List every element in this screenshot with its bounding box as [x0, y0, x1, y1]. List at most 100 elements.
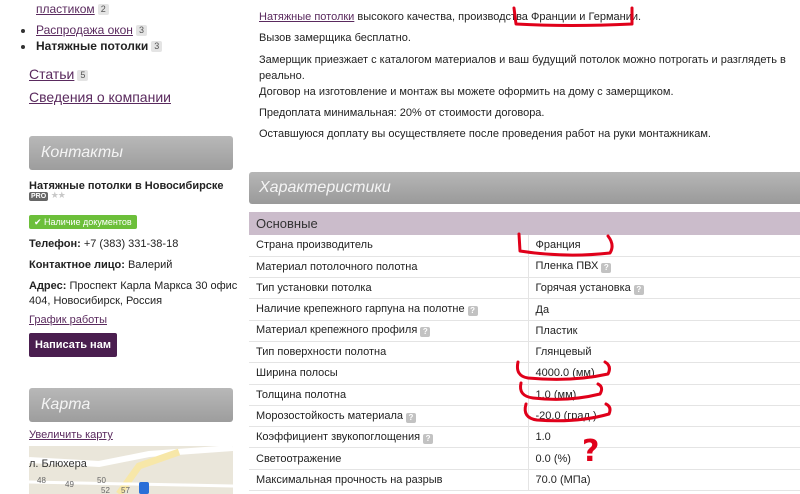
table-row: Ширина полосы 4000.0 (мм): [249, 362, 800, 385]
characteristic-name: Коэффициент звукопоглощения?: [249, 426, 528, 449]
table-row: Наличие крепежного гарпуна на полотне? Да: [249, 298, 800, 321]
help-icon[interactable]: ?: [467, 306, 478, 317]
star-rating-icon: ★★: [50, 190, 66, 200]
category-label[interactable]: Распродажа окон: [36, 23, 133, 37]
characteristic-name-text: Максимальная прочность на разрыв: [256, 473, 443, 486]
characteristic-name-text: Материал крепежного профиля: [256, 324, 418, 337]
help-icon[interactable]: ?: [420, 327, 431, 338]
write-us-button[interactable]: Написать нам: [29, 333, 117, 357]
table-row: Страна производитель Франция: [249, 235, 800, 257]
contact-person-line: Контактное лицо: Валерий: [29, 258, 172, 273]
count-badge: 3: [135, 25, 147, 36]
characteristic-value-text: -20.0 (град.): [535, 410, 597, 423]
map-house-number: 49: [65, 480, 74, 489]
characteristic-name-text: Морозостойкость материала: [256, 409, 403, 422]
category-item-active[interactable]: Натяжные потолки 3: [21, 39, 163, 53]
characteristic-value-text: Да: [535, 303, 550, 316]
characteristic-value: Глянцевый: [527, 341, 800, 364]
characteristic-name-text: Светоотражение: [256, 452, 342, 465]
map-street-label: л. Блюхера: [29, 458, 87, 470]
characteristic-name-text: Наличие крепежного гарпуна на полотне: [256, 303, 465, 316]
characteristic-value: Да: [527, 298, 800, 321]
characteristic-name-text: Ширина полосы: [256, 367, 338, 380]
category-label[interactable]: пластиком: [36, 2, 95, 16]
documents-badge[interactable]: ✔ Наличие документов: [29, 215, 137, 229]
stretch-ceilings-link[interactable]: Натяжные потолки: [259, 11, 354, 23]
map-view[interactable]: л. Блюхера 48 49 50 52 57: [29, 446, 233, 494]
phone-label: Телефон:: [29, 238, 81, 250]
main-content: Натяжные потолки высокого качества, прои…: [240, 0, 800, 494]
table-row: Светоотражение 0.0 (%): [249, 447, 800, 470]
help-icon[interactable]: ?: [601, 263, 612, 274]
table-row: Тип поверхности полотна Глянцевый: [249, 341, 800, 364]
address-line: Адрес: Проспект Карла Маркса 30 офис: [29, 279, 237, 294]
characteristic-value: Пластик: [527, 320, 800, 342]
characteristic-value: Пленка ПВХ?: [527, 256, 800, 279]
enlarge-map-link[interactable]: Увеличить карту: [29, 429, 113, 441]
about-company-link[interactable]: Сведения о компании: [29, 89, 171, 105]
paragraph: Предоплата минимальная: 20% от стоимости…: [259, 107, 545, 119]
table-row: Морозостойкость материала? -20.0 (град.): [249, 405, 800, 428]
characteristic-name: Страна производитель: [249, 235, 528, 257]
articles-link[interactable]: Статьи 5: [29, 66, 89, 82]
characteristic-value-text: 1.0: [535, 431, 551, 444]
count-badge: 3: [151, 41, 163, 52]
characteristic-name: Материал потолочного полотна: [249, 256, 528, 279]
help-icon[interactable]: ?: [423, 433, 434, 444]
characteristic-value: 1.0 (мм): [527, 384, 800, 406]
characteristic-name-text: Тип установки потолка: [256, 282, 372, 295]
characteristic-name: Тип установки потолка: [249, 277, 528, 300]
contact-person-label: Контактное лицо:: [29, 259, 125, 271]
table-row: Максимальная прочность на разрыв 70.0 (МП…: [249, 469, 800, 492]
characteristic-name: Ширина полосы: [249, 362, 528, 385]
address-line-2: 404, Новосибирск, Россия: [29, 295, 163, 307]
intro-paragraph: Натяжные потолки высокого качества, прои…: [259, 9, 799, 25]
characteristic-name-text: Тип поверхности полотна: [256, 346, 387, 359]
characteristic-value-text: Пленка ПВХ: [535, 260, 599, 273]
help-icon[interactable]: ?: [406, 412, 416, 423]
characteristic-value: Франция: [527, 235, 800, 257]
map-marker-icon[interactable]: [139, 482, 149, 494]
map-roads: [29, 446, 233, 494]
intro-text: высокого качества, производства Франции …: [354, 11, 642, 23]
characteristic-value-text: 70.0 (МПа): [535, 473, 591, 486]
table-body: Страна производитель Франция Материал пото…: [249, 235, 800, 492]
category-item[interactable]: Распродажа окон 3: [21, 23, 147, 37]
characteristic-name-text: Страна производитель: [256, 239, 373, 252]
count-badge: 2: [97, 4, 109, 15]
characteristic-value-text: Франция: [535, 239, 581, 252]
characteristic-name-text: Материал потолочного полотна: [256, 260, 418, 273]
characteristics-table: Основные Страна производитель Франция Мате…: [249, 212, 800, 492]
sidebar: пластиком 2 Распродажа окон 3 Натяжные пот…: [0, 0, 240, 494]
characteristic-name-text: Толщина полотна: [256, 388, 347, 401]
category-label: Натяжные потолки: [36, 39, 149, 53]
characteristic-value-text: Горячая установка: [535, 281, 631, 294]
characteristic-name: Морозостойкость материала?: [249, 405, 528, 428]
characteristic-value: -20.0 (град.): [527, 405, 800, 428]
map-house-number: 52: [101, 486, 110, 494]
phone-line: Телефон: +7 (383) 331-38-18: [29, 237, 178, 252]
characteristics-header: Характеристики: [249, 172, 800, 204]
characteristic-name: Максимальная прочность на разрыв: [249, 469, 528, 492]
paragraph: Вызов замерщика бесплатно.: [259, 32, 411, 44]
address-label: Адрес:: [29, 280, 67, 292]
contact-person-value: Валерий: [127, 259, 173, 271]
count-badge: 5: [77, 70, 89, 81]
paragraph: Договор на изготовление и монтаж вы може…: [259, 86, 674, 98]
characteristic-name: Светоотражение: [249, 447, 528, 470]
bullet-icon: [21, 45, 25, 49]
table-row: Коэффициент звукопоглощения? 1.0: [249, 426, 800, 449]
characteristic-value: 70.0 (МПа): [527, 469, 800, 492]
category-item[interactable]: пластиком 2: [24, 2, 109, 16]
help-icon[interactable]: ?: [633, 284, 644, 295]
table-row: Материал потолочного полотна Пленка ПВХ?: [249, 256, 800, 279]
schedule-link[interactable]: График работы: [29, 314, 107, 326]
table-row: Тип установки потолка Горячая установка?: [249, 277, 800, 300]
bullet-icon: [21, 29, 25, 33]
characteristic-value-text: 1.0 (мм): [535, 388, 577, 401]
characteristic-value-text: Глянцевый: [535, 346, 592, 359]
characteristic-name-text: Коэффициент звукопоглощения: [256, 430, 421, 443]
articles-label[interactable]: Статьи: [29, 66, 74, 82]
table-group-header: Основные: [249, 212, 800, 235]
map-header: Карта: [29, 388, 233, 422]
